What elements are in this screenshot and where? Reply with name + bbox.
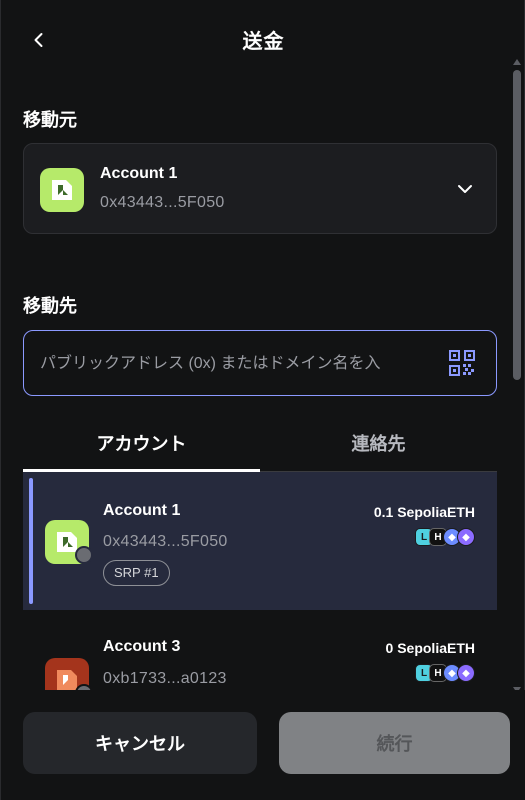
chevron-down-icon: [458, 185, 472, 193]
account-address: 0xb1733...a0123: [103, 670, 227, 687]
account-balance: 0 SepoliaETH: [385, 640, 475, 656]
from-label: 移動元: [23, 110, 77, 130]
from-account-name: Account 1: [100, 165, 178, 182]
qr-scan-button[interactable]: [448, 349, 476, 377]
eth-network-icon: ◆: [457, 664, 475, 682]
account-list-item[interactable]: Account 1 0x43443...5F050 SRP #1 0.1 Sep…: [23, 472, 497, 610]
cancel-button[interactable]: キャンセル: [23, 712, 257, 774]
account-avatar: [40, 168, 84, 212]
network-icons: L H ◆ ◆: [415, 664, 475, 684]
scroll-up-arrow[interactable]: [513, 52, 521, 65]
tab-accounts[interactable]: アカウント: [23, 422, 260, 472]
from-account-address: 0x43443...5F050: [100, 194, 225, 211]
account-address: 0x43443...5F050: [103, 533, 228, 550]
network-icons: L H ◆ ◆: [415, 528, 475, 548]
from-account-select[interactable]: Account 1 0x43443...5F050: [23, 143, 497, 234]
qr-code-icon: [449, 350, 475, 376]
srp-badge: SRP #1: [103, 560, 170, 586]
account-name: Account 1: [103, 502, 181, 519]
eth-network-icon: ◆: [457, 528, 475, 546]
continue-button[interactable]: 続行: [279, 712, 510, 774]
account-list-item[interactable]: Account 3 0xb1733...a0123 0 SepoliaETH L…: [23, 610, 497, 690]
selection-indicator: [29, 478, 33, 604]
scroll-down-arrow[interactable]: [513, 680, 521, 693]
account-balance: 0.1 SepoliaETH: [373, 504, 475, 520]
footer: キャンセル 続行: [1, 690, 525, 800]
to-label: 移動先: [23, 296, 77, 316]
recipient-input[interactable]: [40, 351, 440, 377]
tab-contacts[interactable]: 連絡先: [260, 422, 497, 472]
send-screen: 送金 移動元 Account 1 0x43443...5F050 移動先 パブリ…: [0, 0, 525, 800]
account-identicon-icon: [52, 180, 72, 200]
recipient-field: [23, 330, 497, 396]
scrollbar-thumb[interactable]: [513, 70, 521, 380]
page-title: 送金: [242, 31, 285, 53]
connection-status-dot: [75, 546, 93, 564]
account-name: Account 3: [103, 638, 181, 655]
header: 送金: [1, 0, 525, 78]
